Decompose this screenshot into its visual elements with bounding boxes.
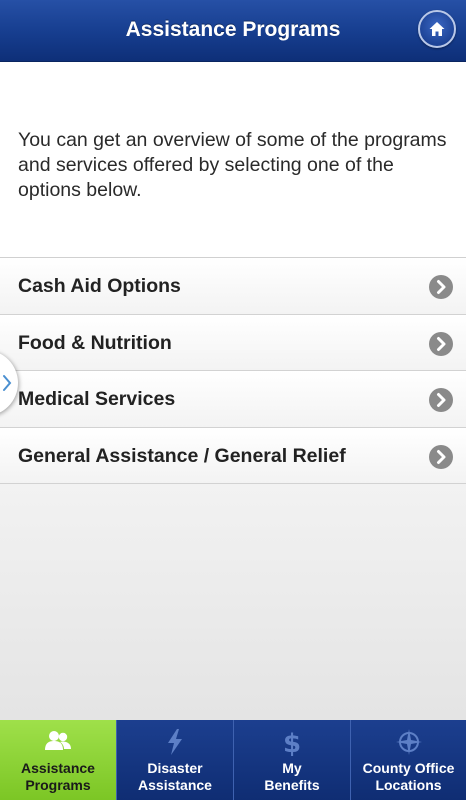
svg-text:$: $ <box>283 729 301 756</box>
tab-label: County Office Locations <box>362 760 455 793</box>
tab-assistance-programs[interactable]: Assistance Programs <box>0 720 116 800</box>
tab-disaster-assistance[interactable]: Disaster Assistance <box>116 720 233 800</box>
tab-label: My Benefits <box>264 760 320 793</box>
header-bar: Assistance Programs <box>0 0 466 62</box>
menu-item-food-nutrition[interactable]: Food & Nutrition <box>0 314 466 371</box>
chevron-right-icon <box>429 275 453 299</box>
home-icon <box>429 22 445 36</box>
tab-county-office-locations[interactable]: County Office Locations <box>350 720 466 800</box>
menu-item-medical-services[interactable]: Medical Services <box>0 371 466 428</box>
menu-item-general-assistance[interactable]: General Assistance / General Relief <box>0 427 466 484</box>
chevron-right-icon <box>3 375 12 391</box>
page-title: Assistance Programs <box>125 18 341 41</box>
lightning-icon <box>117 728 233 756</box>
menu-item-label: Cash Aid Options <box>18 275 181 297</box>
main-content: You can get an overview of some of the p… <box>0 62 466 720</box>
chevron-right-icon <box>429 331 453 356</box>
dollar-icon: $ <box>234 728 350 756</box>
chevron-right-icon <box>429 388 453 412</box>
home-button[interactable] <box>418 10 456 48</box>
programs-list: Cash Aid Options Food & Nutrition Medica… <box>0 257 466 484</box>
bottom-tab-bar: Assistance Programs Disaster Assistance … <box>0 720 466 800</box>
people-icon <box>0 728 116 756</box>
menu-item-cash-aid[interactable]: Cash Aid Options <box>0 258 466 315</box>
menu-item-label: General Assistance / General Relief <box>18 444 346 467</box>
compass-icon <box>351 728 466 756</box>
tab-label: Assistance Programs <box>21 760 95 793</box>
menu-item-label: Food & Nutrition <box>18 331 172 354</box>
tab-my-benefits[interactable]: $ My Benefits <box>233 720 350 800</box>
intro-text: You can get an overview of some of the p… <box>18 129 447 201</box>
tab-label: Disaster Assistance <box>138 760 212 793</box>
chevron-right-icon <box>429 444 453 469</box>
menu-item-label: Medical Services <box>18 388 176 410</box>
